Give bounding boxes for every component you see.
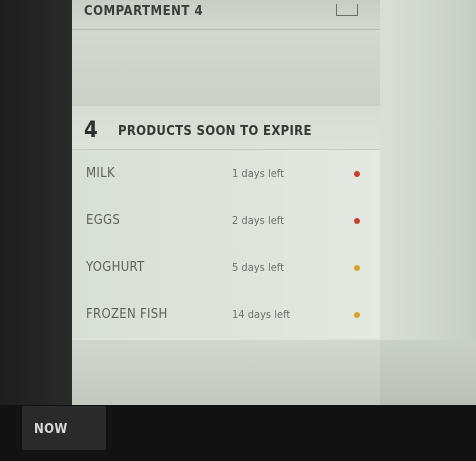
product-name: YOGHURT — [86, 260, 145, 275]
image-icon[interactable] — [336, 4, 358, 16]
right-panel-lower — [380, 340, 476, 410]
expire-count: 4 — [84, 118, 98, 143]
compartment-card[interactable]: COMPARTMENT 4 — [72, 0, 380, 30]
status-dot-icon — [354, 218, 360, 224]
product-name: FROZEN FISH — [86, 307, 168, 322]
status-dot-icon — [354, 312, 360, 318]
now-label: NOW — [34, 422, 68, 437]
product-name: EGGS — [86, 213, 121, 228]
list-item-yoghurt[interactable]: YOGHURT 5 days left — [72, 244, 380, 291]
expire-title: PRODUCTS SOON TO EXPIRE — [118, 124, 312, 139]
card-gap — [72, 30, 380, 106]
status-dot-icon — [354, 171, 360, 177]
list-item-milk[interactable]: MILK 1 days left — [72, 150, 380, 197]
compartment-label: COMPARTMENT 4 — [84, 4, 204, 19]
days-left: 1 days left — [232, 167, 284, 180]
expire-list: MILK 1 days left EGGS 2 days left YOGHUR… — [72, 150, 380, 338]
status-dot-icon — [354, 265, 360, 271]
lower-area — [72, 340, 380, 405]
expire-card: 4 PRODUCTS SOON TO EXPIRE MILK 1 days le… — [72, 106, 380, 340]
days-left: 2 days left — [232, 214, 284, 227]
list-item-eggs[interactable]: EGGS 2 days left — [72, 197, 380, 244]
list-item-frozen-fish[interactable]: FROZEN FISH 14 days left — [72, 291, 380, 338]
expire-header: 4 PRODUCTS SOON TO EXPIRE — [72, 106, 380, 150]
fridge-display: COMPARTMENT 4 4 PRODUCTS SOON TO EXPIRE … — [0, 0, 476, 461]
now-button[interactable]: NOW — [22, 406, 106, 450]
days-left: 5 days left — [232, 261, 284, 274]
days-left: 14 days left — [232, 308, 291, 321]
product-name: MILK — [86, 166, 115, 181]
left-bezel — [0, 0, 72, 405]
